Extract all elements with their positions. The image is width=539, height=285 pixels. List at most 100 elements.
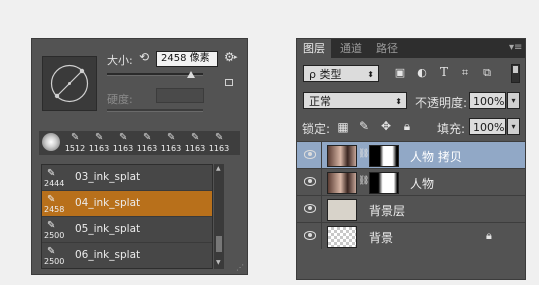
brush-icon: ✎ [191,132,200,143]
brush-tip[interactable]: ✎ 1163 [87,131,111,155]
brush-angle-icon [50,64,89,103]
preset-size: 2500 [44,257,65,266]
filter-pixel-icon[interactable]: ▣ [393,66,407,79]
soft-round-tip[interactable] [39,131,63,155]
filter-adjustment-icon[interactable]: ◐ [415,66,429,79]
brush-icon: ✎ [119,132,128,143]
brush-icon: ✎ [47,220,56,231]
lock-image-icon[interactable]: ✎ [357,119,371,133]
brush-tip-strip: ✎ 1512 ✎ 1163 ✎ 1163 ✎ 1163 ✎ 1163 ✎ 1163 ✎ 116… [39,131,240,155]
brush-icon: ✎ [215,132,224,143]
layer-row-person-copy[interactable]: ⛓ 人物 拷贝 [297,141,525,168]
brush-icon: ✎ [47,168,56,179]
preset-name: 05_ink_splat [75,223,141,235]
opacity-dropdown-icon[interactable]: ▾ [507,92,520,109]
preset-name: 04_ink_splat [75,197,141,209]
updown-arrows-icon: ⬍ [367,70,374,79]
brush-icon: ✎ [47,194,56,205]
layer-filter-select[interactable]: ρ 类型 ⬍ [303,65,379,82]
blend-mode-value: 正常 [309,95,331,108]
chain-link-icon[interactable]: ⛓ [358,149,369,159]
lock-position-icon[interactable]: ✥ [379,119,393,133]
filter-shape-icon[interactable]: ⌗ [458,66,472,80]
scroll-thumb[interactable] [216,236,222,252]
soft-round-brush-icon [42,133,60,151]
lock-transparent-icon[interactable]: ▦ [336,120,350,134]
eye-icon[interactable] [304,204,316,213]
lock-label: 锁定: [302,122,331,136]
preset-name: 06_ink_splat [75,249,141,261]
brush-preset-list: ✎ 2444 03_ink_splat ✎ 2458 04_ink_splat … [41,164,213,269]
layer-mask-thumbnail[interactable] [369,172,399,194]
brush-tip[interactable]: ✎ 1163 [159,131,183,155]
lock-icon: 🔒︎ [486,229,492,242]
tip-size: 1163 [112,144,134,153]
preset-row-03[interactable]: ✎ 2444 03_ink_splat [42,165,212,191]
brush-icon: ✎ [143,132,152,143]
lock-all-icon[interactable]: 🔒︎ [400,119,414,134]
preset-row-06[interactable]: ✎ 2500 06_ink_splat [42,243,212,268]
layer-row-person[interactable]: ⛓ 人物 [297,168,525,195]
preset-scrollbar[interactable]: ▲ ▼ [214,164,224,269]
blend-mode-select[interactable]: 正常 ⬍ [303,92,407,109]
size-slider-thumb[interactable] [187,71,196,78]
fill-dropdown-icon[interactable]: ▾ [507,118,520,135]
panel-tabbar: 图层 通道 路径 ▾≡ [297,39,525,58]
resize-grip-icon[interactable]: ⋰ [236,263,244,272]
layer-row-background-layer[interactable]: 背景层 [297,195,525,222]
layer-name: 背景 [369,231,394,245]
layers-panel: 图层 通道 路径 ▾≡ ρ 类型 ⬍ ▣ ◐ T ⌗ ⧉ 正常 ⬍ 不透明度: … [296,38,526,280]
scroll-up-icon[interactable]: ▲ [216,165,221,172]
layer-name: 人物 [410,177,435,191]
brush-icon: ✎ [47,246,56,257]
layer-thumbnail [327,172,357,194]
tip-size: 1512 [64,144,86,153]
brush-preset-panel: 大小: ⟲ 2458 像素 ⚙ ▸ 硬度: ✎ 1512 ✎ 1163 ✎ 1163 … [31,38,248,275]
size-label: 大小: [107,54,133,67]
preset-name: 03_ink_splat [75,171,141,183]
tip-size: 1163 [136,144,158,153]
tab-paths[interactable]: 路径 [371,39,403,58]
preset-size: 2458 [44,205,65,214]
preset-size: 2444 [44,179,65,188]
new-preset-icon[interactable] [225,79,233,86]
tab-layers[interactable]: 图层 [297,39,331,58]
layer-row-background[interactable]: 背景 🔒︎ [297,222,525,250]
brush-tip[interactable]: ✎ 1163 [183,131,207,155]
preset-row-04[interactable]: ✎ 2458 04_ink_splat [42,191,212,217]
chain-link-icon[interactable]: ⛓ [358,176,369,186]
preset-row-05[interactable]: ✎ 2500 05_ink_splat [42,217,212,243]
brush-angle-preview[interactable] [42,56,97,111]
fill-label: 填充: [437,122,466,136]
tab-channels[interactable]: 通道 [335,39,367,58]
filter-type-icon[interactable]: T [437,65,451,79]
layer-thumbnail [327,226,357,248]
brush-icon: ✎ [71,132,80,143]
layer-name: 人物 拷贝 [410,150,462,164]
layer-thumbnail [327,199,357,221]
reset-size-icon[interactable]: ⟲ [139,50,149,64]
tip-size: 1163 [88,144,110,153]
filter-toggle[interactable] [511,64,520,83]
hardness-slider [107,109,203,112]
panel-menu-icon[interactable]: ▾≡ [509,42,522,53]
eye-icon[interactable] [304,231,316,240]
scroll-down-icon[interactable]: ▼ [216,259,221,266]
opacity-label: 不透明度: [415,96,468,110]
brush-icon: ✎ [167,132,176,143]
opacity-input[interactable]: 100% [469,92,506,109]
layer-thumbnail [327,145,357,167]
size-input[interactable]: 2458 像素 [156,51,218,67]
eye-icon[interactable] [304,150,316,159]
layer-mask-thumbnail[interactable] [369,145,399,167]
fill-input[interactable]: 100% [469,118,506,135]
preset-size: 2500 [44,231,65,240]
brush-tip[interactable]: ✎ 1163 [111,131,135,155]
brush-tip[interactable]: ✎ 1512 [63,131,87,155]
brush-tip[interactable]: ✎ 1163 [207,131,231,155]
eye-icon[interactable] [304,177,316,186]
tip-size: 1163 [208,144,230,153]
brush-tip[interactable]: ✎ 1163 [135,131,159,155]
filter-smart-object-icon[interactable]: ⧉ [480,66,494,80]
gear-menu-arrow-icon[interactable]: ▸ [234,53,238,61]
